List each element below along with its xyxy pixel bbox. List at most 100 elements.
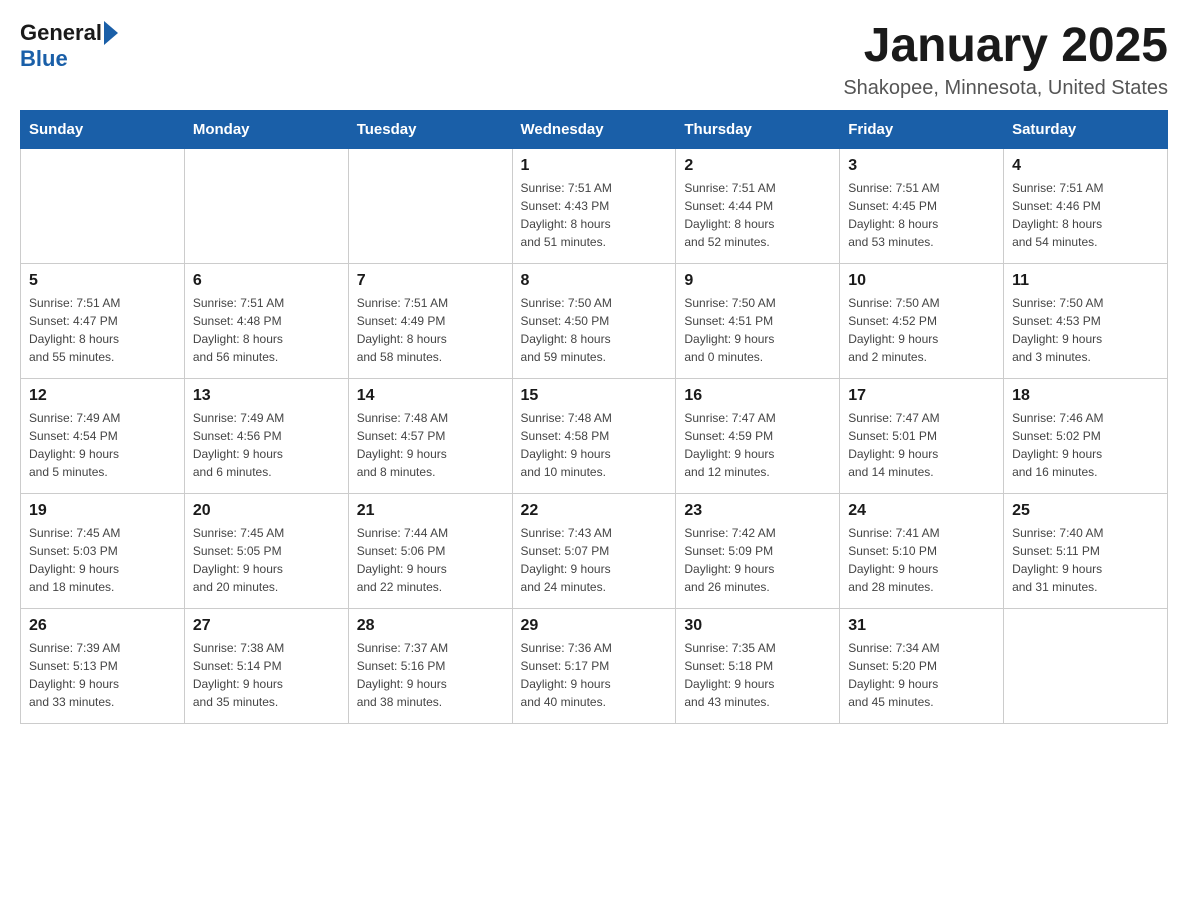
day-number: 27 <box>193 617 340 635</box>
calendar-week-row: 1 Sunrise: 7:51 AM Sunset: 4:43 PM Daylig… <box>21 148 1168 263</box>
day-info: Sunrise: 7:51 AM Sunset: 4:45 PM Dayligh… <box>848 181 939 249</box>
calendar-cell: 9Sunrise: 7:50 AM Sunset: 4:51 PM Daylig… <box>676 263 840 378</box>
calendar-cell: 22Sunrise: 7:43 AM Sunset: 5:07 PM Dayli… <box>512 493 676 608</box>
calendar-cell: 25 Sunrise: 7:40 AM Sunset: 5:11 PM Dayli… <box>1004 493 1168 608</box>
day-info: Sunrise: 7:51 AM Sunset: 4:49 PM Dayligh… <box>357 296 448 364</box>
day-number: 9 <box>684 272 831 290</box>
day-number: 6 <box>193 272 340 290</box>
logo-blue-text: Blue <box>20 46 68 72</box>
weekday-header-saturday: Saturday <box>1004 110 1168 148</box>
day-info: Sunrise: 7:42 AM Sunset: 5:09 PM Dayligh… <box>684 526 775 594</box>
day-number: 20 <box>193 502 340 520</box>
day-number: 31 <box>848 617 995 635</box>
calendar-cell: 2 Sunrise: 7:51 AM Sunset: 4:44 PM Daylig… <box>676 148 840 263</box>
calendar-cell: 16 Sunrise: 7:47 AM Sunset: 4:59 PM Dayli… <box>676 378 840 493</box>
day-info: Sunrise: 7:35 AM Sunset: 5:18 PM Dayligh… <box>684 641 775 709</box>
weekday-header-wednesday: Wednesday <box>512 110 676 148</box>
day-info: Sunrise: 7:38 AM Sunset: 5:14 PM Dayligh… <box>193 641 284 709</box>
calendar-cell: 3Sunrise: 7:51 AM Sunset: 4:45 PM Daylig… <box>840 148 1004 263</box>
day-number: 8 <box>521 272 668 290</box>
day-number: 23 <box>684 502 831 520</box>
day-info: Sunrise: 7:37 AM Sunset: 5:16 PM Dayligh… <box>357 641 448 709</box>
day-number: 5 <box>29 272 176 290</box>
calendar-cell: 27 Sunrise: 7:38 AM Sunset: 5:14 PM Dayli… <box>184 608 348 723</box>
day-info: Sunrise: 7:39 AM Sunset: 5:13 PM Dayligh… <box>29 641 120 709</box>
day-number: 28 <box>357 617 504 635</box>
logo-general-text: General <box>20 20 102 46</box>
calendar-cell: 8 Sunrise: 7:50 AM Sunset: 4:50 PM Daylig… <box>512 263 676 378</box>
day-info: Sunrise: 7:50 AM Sunset: 4:53 PM Dayligh… <box>1012 296 1103 364</box>
day-info: Sunrise: 7:41 AM Sunset: 5:10 PM Dayligh… <box>848 526 939 594</box>
day-info: Sunrise: 7:49 AM Sunset: 4:56 PM Dayligh… <box>193 411 284 479</box>
day-number: 10 <box>848 272 995 290</box>
calendar-cell: 28 Sunrise: 7:37 AM Sunset: 5:16 PM Dayli… <box>348 608 512 723</box>
calendar-cell: 4 Sunrise: 7:51 AM Sunset: 4:46 PM Daylig… <box>1004 148 1168 263</box>
day-number: 11 <box>1012 272 1159 290</box>
day-number: 30 <box>684 617 831 635</box>
day-number: 22 <box>521 502 668 520</box>
day-info: Sunrise: 7:51 AM Sunset: 4:47 PM Dayligh… <box>29 296 120 364</box>
weekday-header-row: SundayMondayTuesdayWednesdayThursdayFrid… <box>21 110 1168 148</box>
calendar-cell: 10 Sunrise: 7:50 AM Sunset: 4:52 PM Dayli… <box>840 263 1004 378</box>
calendar-cell: 1 Sunrise: 7:51 AM Sunset: 4:43 PM Daylig… <box>512 148 676 263</box>
day-info: Sunrise: 7:40 AM Sunset: 5:11 PM Dayligh… <box>1012 526 1103 594</box>
day-info: Sunrise: 7:48 AM Sunset: 4:58 PM Dayligh… <box>521 411 612 479</box>
calendar-cell <box>1004 608 1168 723</box>
calendar-cell: 19 Sunrise: 7:45 AM Sunset: 5:03 PM Dayli… <box>21 493 185 608</box>
weekday-header-tuesday: Tuesday <box>348 110 512 148</box>
calendar-cell: 15Sunrise: 7:48 AM Sunset: 4:58 PM Dayli… <box>512 378 676 493</box>
calendar-cell: 11 Sunrise: 7:50 AM Sunset: 4:53 PM Dayli… <box>1004 263 1168 378</box>
day-info: Sunrise: 7:51 AM Sunset: 4:43 PM Dayligh… <box>521 181 612 249</box>
weekday-header-friday: Friday <box>840 110 1004 148</box>
calendar-week-row: 26 Sunrise: 7:39 AM Sunset: 5:13 PM Dayli… <box>21 608 1168 723</box>
calendar-week-row: 19 Sunrise: 7:45 AM Sunset: 5:03 PM Dayli… <box>21 493 1168 608</box>
day-info: Sunrise: 7:46 AM Sunset: 5:02 PM Dayligh… <box>1012 411 1103 479</box>
day-info: Sunrise: 7:48 AM Sunset: 4:57 PM Dayligh… <box>357 411 448 479</box>
calendar-cell: 13 Sunrise: 7:49 AM Sunset: 4:56 PM Dayli… <box>184 378 348 493</box>
calendar-cell: 23 Sunrise: 7:42 AM Sunset: 5:09 PM Dayli… <box>676 493 840 608</box>
calendar-cell: 26 Sunrise: 7:39 AM Sunset: 5:13 PM Dayli… <box>21 608 185 723</box>
calendar-week-row: 5 Sunrise: 7:51 AM Sunset: 4:47 PM Daylig… <box>21 263 1168 378</box>
logo-arrow-icon <box>104 21 118 45</box>
day-number: 4 <box>1012 157 1159 175</box>
day-info: Sunrise: 7:45 AM Sunset: 5:03 PM Dayligh… <box>29 526 120 594</box>
day-number: 17 <box>848 387 995 405</box>
calendar-cell: 18Sunrise: 7:46 AM Sunset: 5:02 PM Dayli… <box>1004 378 1168 493</box>
day-info: Sunrise: 7:50 AM Sunset: 4:52 PM Dayligh… <box>848 296 939 364</box>
day-number: 19 <box>29 502 176 520</box>
calendar-cell: 24Sunrise: 7:41 AM Sunset: 5:10 PM Dayli… <box>840 493 1004 608</box>
page-header: General Blue January 2025 Shakopee, Minn… <box>20 20 1168 100</box>
location-subtitle: Shakopee, Minnesota, United States <box>843 77 1168 100</box>
calendar-cell: 6 Sunrise: 7:51 AM Sunset: 4:48 PM Daylig… <box>184 263 348 378</box>
day-number: 26 <box>29 617 176 635</box>
day-info: Sunrise: 7:45 AM Sunset: 5:05 PM Dayligh… <box>193 526 284 594</box>
day-number: 29 <box>521 617 668 635</box>
day-number: 12 <box>29 387 176 405</box>
title-section: January 2025 Shakopee, Minnesota, United… <box>843 20 1168 100</box>
logo: General Blue <box>20 20 120 72</box>
calendar-cell: 17Sunrise: 7:47 AM Sunset: 5:01 PM Dayli… <box>840 378 1004 493</box>
day-number: 16 <box>684 387 831 405</box>
day-number: 14 <box>357 387 504 405</box>
weekday-header-thursday: Thursday <box>676 110 840 148</box>
calendar-week-row: 12Sunrise: 7:49 AM Sunset: 4:54 PM Dayli… <box>21 378 1168 493</box>
day-info: Sunrise: 7:50 AM Sunset: 4:50 PM Dayligh… <box>521 296 612 364</box>
weekday-header-sunday: Sunday <box>21 110 185 148</box>
calendar-cell: 12Sunrise: 7:49 AM Sunset: 4:54 PM Dayli… <box>21 378 185 493</box>
calendar-cell <box>348 148 512 263</box>
day-info: Sunrise: 7:34 AM Sunset: 5:20 PM Dayligh… <box>848 641 939 709</box>
calendar-cell: 30 Sunrise: 7:35 AM Sunset: 5:18 PM Dayli… <box>676 608 840 723</box>
day-info: Sunrise: 7:51 AM Sunset: 4:46 PM Dayligh… <box>1012 181 1103 249</box>
day-info: Sunrise: 7:47 AM Sunset: 4:59 PM Dayligh… <box>684 411 775 479</box>
day-number: 25 <box>1012 502 1159 520</box>
weekday-header-monday: Monday <box>184 110 348 148</box>
calendar-cell: 7 Sunrise: 7:51 AM Sunset: 4:49 PM Daylig… <box>348 263 512 378</box>
day-info: Sunrise: 7:51 AM Sunset: 4:48 PM Dayligh… <box>193 296 284 364</box>
day-number: 1 <box>521 157 668 175</box>
day-info: Sunrise: 7:51 AM Sunset: 4:44 PM Dayligh… <box>684 181 775 249</box>
day-number: 7 <box>357 272 504 290</box>
day-number: 21 <box>357 502 504 520</box>
month-title: January 2025 <box>843 20 1168 73</box>
day-number: 2 <box>684 157 831 175</box>
day-number: 13 <box>193 387 340 405</box>
